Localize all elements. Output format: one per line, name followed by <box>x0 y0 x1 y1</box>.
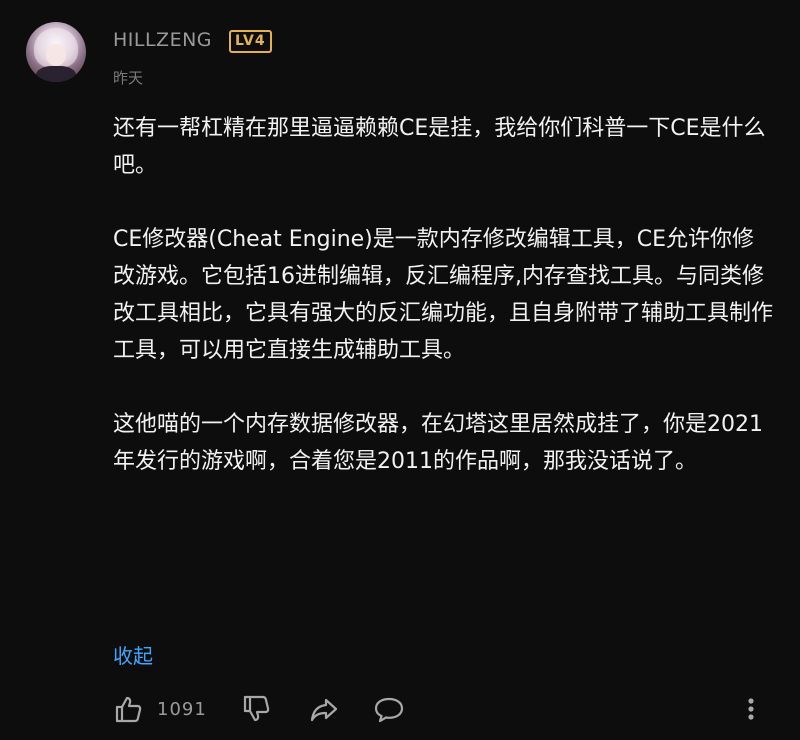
more-icon[interactable] <box>745 694 757 724</box>
share-icon[interactable] <box>309 694 339 724</box>
comment-time: 昨天 <box>113 69 144 87</box>
dislike-button[interactable] <box>241 694 271 724</box>
comment-paragraph-2: CE修改器(Cheat Engine)是一款内存修改编辑工具，CE允许你修改游戏… <box>113 227 774 363</box>
level-badge: LV4 <box>229 30 272 53</box>
like-count: 1091 <box>157 698 207 720</box>
comment-body: 还有一帮杠精在那里逼逼赖赖CE是挂，我给你们科普一下CE是什么吧。 CE修改器(… <box>113 110 773 480</box>
avatar-body <box>36 66 76 82</box>
avatar[interactable] <box>26 22 86 82</box>
like-button[interactable]: 1091 <box>113 694 207 724</box>
avatar-face <box>46 44 66 66</box>
author-name[interactable]: HILLZENG <box>113 29 212 51</box>
reply-button[interactable] <box>373 694 405 724</box>
comment-paragraph-1: 还有一帮杠精在那里逼逼赖赖CE是挂，我给你们科普一下CE是什么吧。 <box>113 116 766 178</box>
comment-card: HILLZENG LV4 昨天 还有一帮杠精在那里逼逼赖赖CE是挂，我给你们科普… <box>0 0 800 740</box>
share-button[interactable] <box>309 694 339 724</box>
thumbs-up-icon[interactable] <box>113 694 143 724</box>
reply-icon[interactable] <box>373 694 405 724</box>
action-bar: 1091 <box>113 694 773 724</box>
more-button[interactable] <box>745 694 757 724</box>
collapse-link[interactable]: 收起 <box>113 640 153 669</box>
thumbs-down-icon[interactable] <box>241 694 271 724</box>
comment-paragraph-3: 这他喵的一个内存数据修改器，在幻塔这里居然成挂了，你是2021年发行的游戏啊，合… <box>113 412 763 474</box>
